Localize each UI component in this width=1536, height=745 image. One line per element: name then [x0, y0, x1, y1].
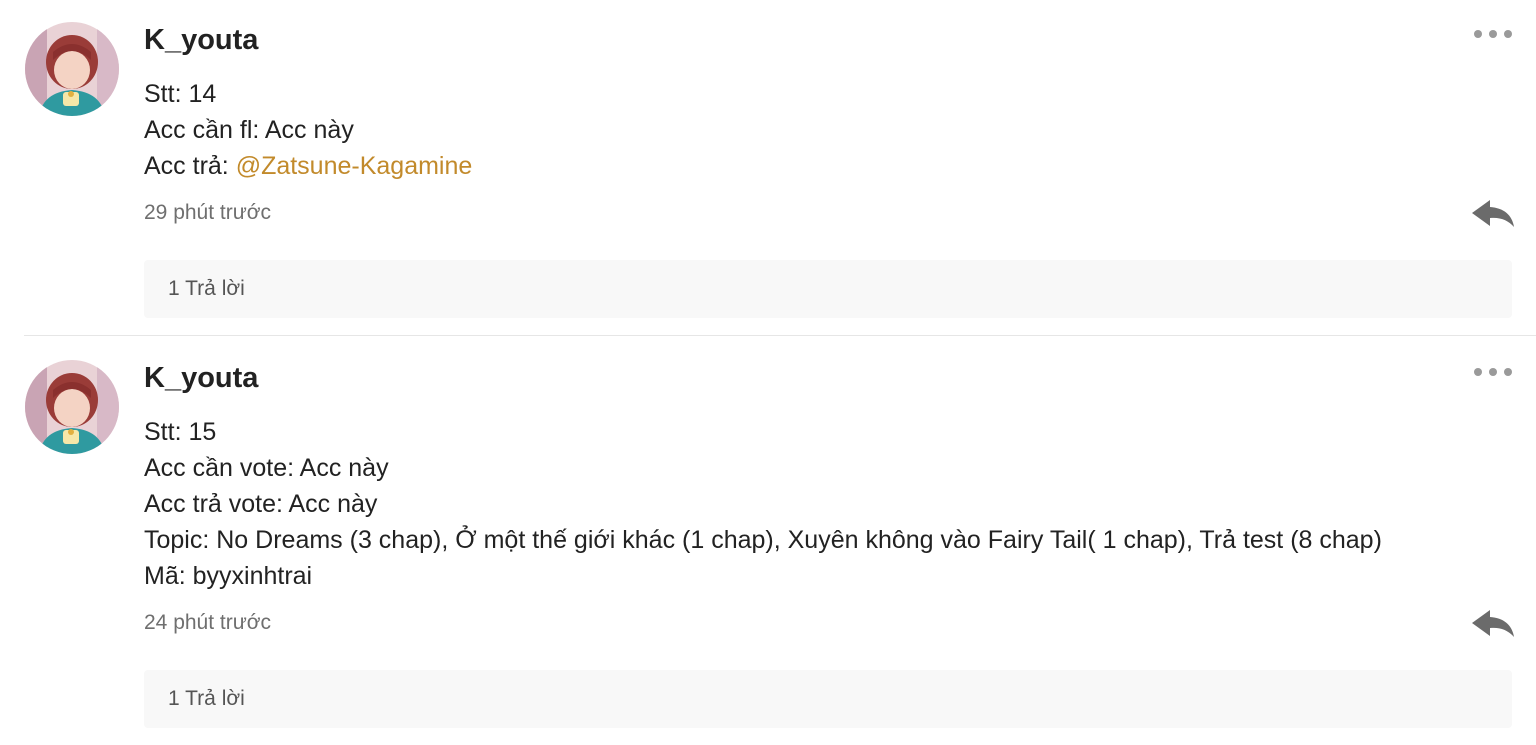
- more-options-icon[interactable]: [1474, 364, 1512, 380]
- comment-timestamp: 29 phút trước: [144, 201, 272, 224]
- comment-line-prefix: Acc trả:: [144, 152, 236, 180]
- comment-line: Acc cần vote: Acc này: [144, 454, 389, 482]
- comment-divider: [24, 335, 1536, 336]
- mention-link[interactable]: @Zatsune-Kagamine: [236, 152, 473, 180]
- comment-line: Mã: byyxinhtrai: [144, 562, 313, 590]
- reply-arrow-icon[interactable]: [1470, 606, 1516, 640]
- comment-body: Stt: 15 Acc cần vote: Acc này Acc trả vo…: [144, 414, 1382, 594]
- comment-author[interactable]: K_youta: [144, 24, 258, 57]
- comment-item: K_youta Stt: 14 Acc cần fl: Acc này Acc …: [0, 0, 1536, 336]
- avatar[interactable]: [25, 360, 119, 454]
- comment-line: Acc trả vote: Acc này: [144, 490, 378, 518]
- reply-arrow-icon[interactable]: [1470, 196, 1516, 230]
- replies-toggle[interactable]: 1 Trả lời: [144, 260, 1512, 318]
- comment-line: Acc trả: @Zatsune-Kagamine: [144, 148, 472, 184]
- comment-line: Stt: 14: [144, 80, 217, 108]
- comment-body: Stt: 14 Acc cần fl: Acc này Acc trả: @Za…: [144, 76, 472, 184]
- comment-author[interactable]: K_youta: [144, 362, 258, 395]
- comment-timestamp: 24 phút trước: [144, 611, 272, 634]
- comment-line: Stt: 15: [144, 418, 217, 446]
- comment-line: Acc cần fl: Acc này: [144, 116, 354, 144]
- replies-toggle[interactable]: 1 Trả lời: [144, 670, 1512, 728]
- replies-count-label: 1 Trả lời: [168, 687, 245, 710]
- comment-line: Topic: No Dreams (3 chap), Ở một thế giớ…: [144, 526, 1382, 554]
- replies-count-label: 1 Trả lời: [168, 277, 245, 300]
- more-options-icon[interactable]: [1474, 26, 1512, 42]
- avatar[interactable]: [25, 22, 119, 116]
- comment-item: K_youta Stt: 15 Acc cần vote: Acc này Ac…: [0, 337, 1536, 745]
